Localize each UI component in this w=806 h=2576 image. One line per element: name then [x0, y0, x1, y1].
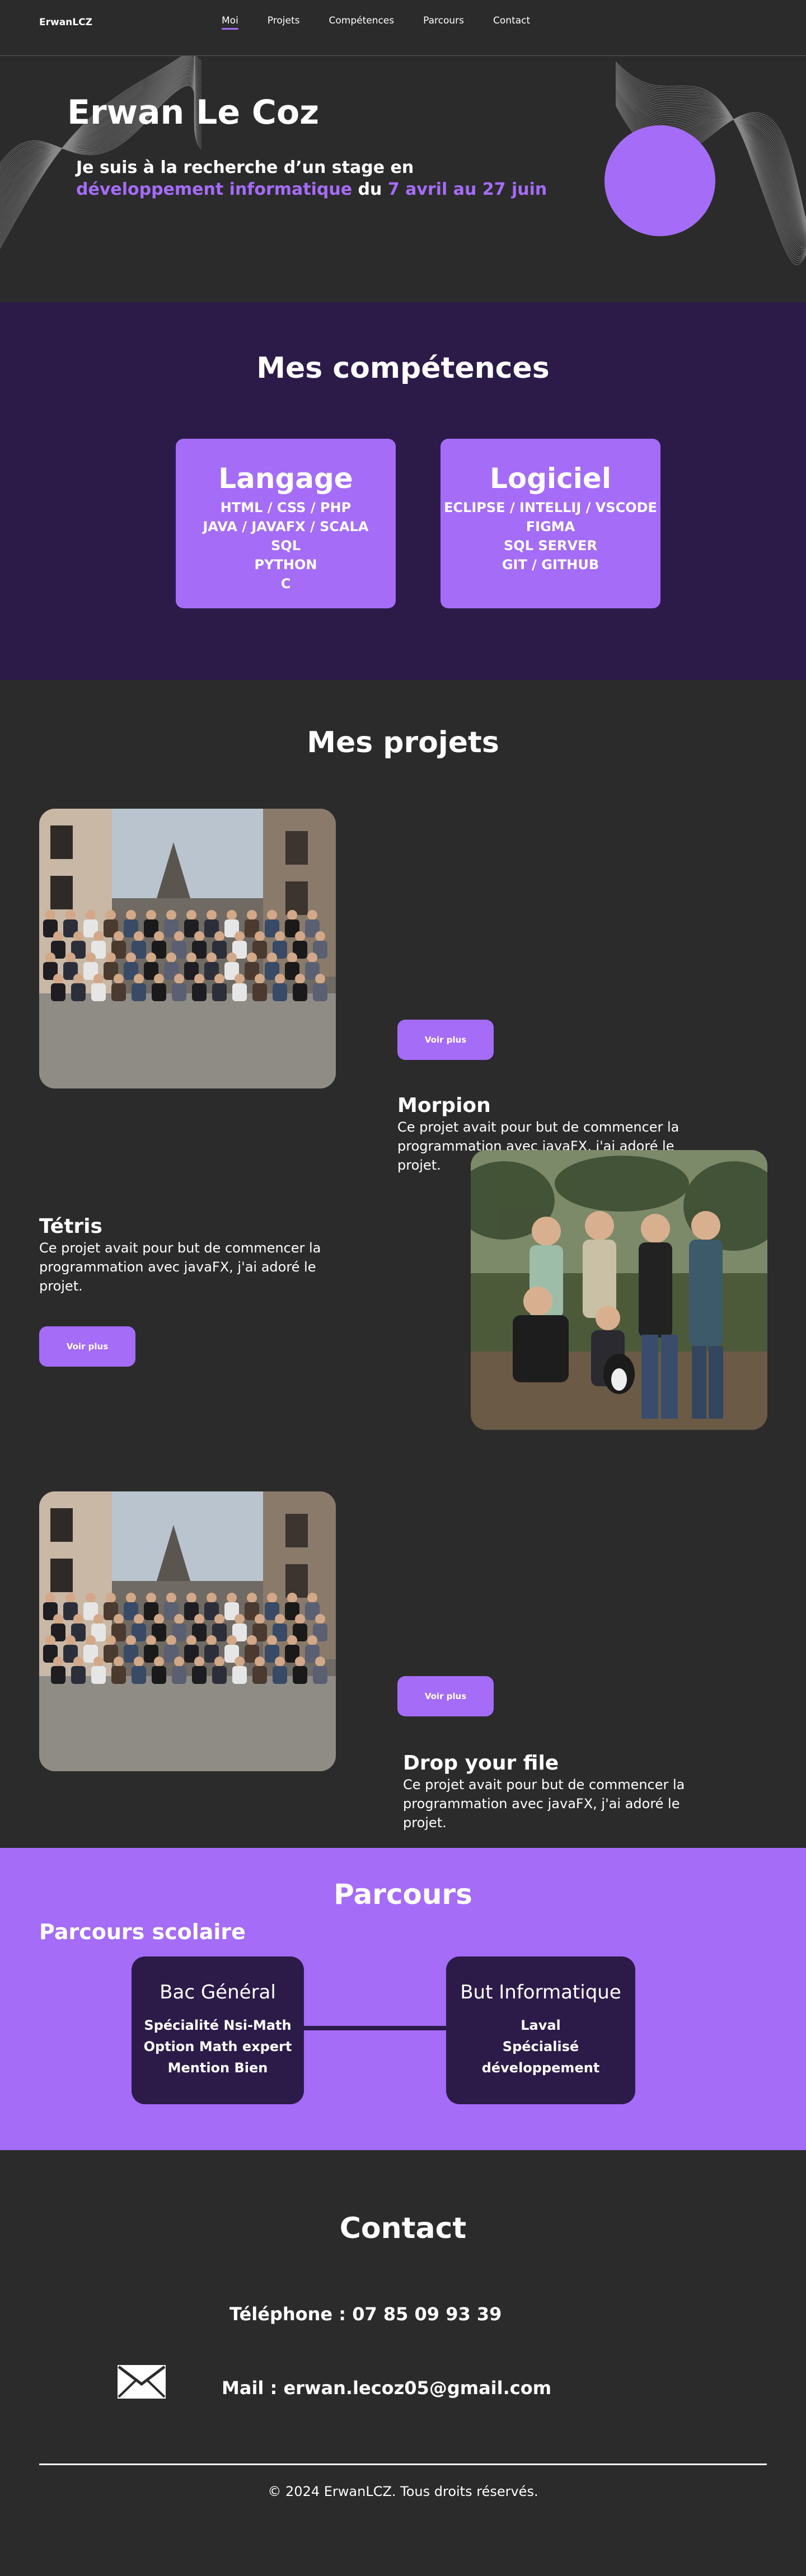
skills-title: Mes compétences	[256, 351, 550, 385]
skill-item: GIT / GITHUB	[502, 557, 599, 573]
nav-link-competences[interactable]: Compétences	[329, 15, 394, 30]
parcours-card-line: Spécialité Nsi-Math	[144, 2017, 292, 2033]
parcours-title: Parcours	[334, 1878, 472, 1911]
nav-link-parcours[interactable]: Parcours	[423, 15, 464, 30]
projects-section: Mes projets Morpion Ce projet avait pour…	[0, 680, 806, 1848]
voir-plus-button[interactable]: Voir plus	[397, 1676, 494, 1716]
contact-mail[interactable]: Mail : erwan.lecoz05@gmail.com	[222, 2377, 551, 2399]
nav-link-moi[interactable]: Moi	[222, 15, 238, 30]
nav-links: Moi Projets Compétences Parcours Contact	[222, 15, 559, 30]
footer-copyright: © 2024 ErwanLCZ. Tous droits réservés.	[268, 2484, 538, 2499]
project-title: Tétris	[39, 1215, 102, 1238]
parcours-connector-line	[304, 2026, 446, 2030]
hero-tagline-line1: Je suis à la recherche d’un stage en	[76, 158, 414, 177]
projects-title: Mes projets	[307, 726, 499, 759]
skill-item: ECLIPSE / INTELLIJ / VSCODE	[444, 500, 657, 515]
parcours-card-but: But Informatique Laval Spécialisé dévelo…	[446, 1956, 635, 2104]
top-nav: ErwanLCZ Moi Projets Compétences Parcour…	[0, 0, 806, 56]
skill-card-logiciel: Logiciel ECLIPSE / INTELLIJ / VSCODE FIG…	[441, 439, 660, 608]
nav-link-contact[interactable]: Contact	[493, 15, 530, 30]
brand-logo[interactable]: ErwanLCZ	[39, 17, 92, 28]
hero-highlight-dates: 7 avril au 27 juin	[387, 180, 547, 199]
parcours-card-title: But Informatique	[460, 1981, 621, 2003]
voir-plus-button[interactable]: Voir plus	[39, 1326, 135, 1367]
parcours-card-line: Laval	[521, 2017, 561, 2033]
skill-card-title: Logiciel	[490, 462, 611, 495]
contact-title: Contact	[339, 2212, 467, 2245]
hero-highlight-field: développement informatique	[76, 180, 353, 199]
project-title: Morpion	[397, 1094, 491, 1117]
skill-card-title: Langage	[218, 462, 353, 495]
hero-name: Erwan Le Coz	[67, 93, 320, 132]
parcours-card-title: Bac Général	[160, 1981, 276, 2003]
project-description: Ce projet avait pour but de commencer la…	[39, 1240, 321, 1294]
skill-item: PYTHON	[254, 557, 317, 573]
skills-section: Mes compétences Langage HTML / CSS / PHP…	[0, 302, 806, 680]
parcours-card-line: Option Math expert	[143, 2039, 292, 2054]
mail-icon	[118, 2365, 166, 2399]
skill-item: JAVA / JAVAFX / SCALA	[203, 519, 369, 534]
parcours-card-bac: Bac Général Spécialité Nsi-Math Option M…	[132, 1956, 304, 2104]
parcours-subtitle: Parcours scolaire	[39, 1920, 246, 1944]
voir-plus-button[interactable]: Voir plus	[397, 1020, 494, 1060]
project-description: Ce projet avait pour but de commencer la…	[403, 1777, 685, 1831]
skill-item: HTML / CSS / PHP	[220, 500, 352, 515]
hero-tagline-line2: développement informatique du 7 avril au…	[76, 180, 547, 199]
skill-item: C	[280, 576, 291, 592]
footer-divider	[39, 2464, 767, 2465]
skill-item: FIGMA	[526, 519, 575, 534]
hero-circle-decoration	[604, 125, 715, 236]
skill-card-langage: Langage HTML / CSS / PHP JAVA / JAVAFX /…	[176, 439, 396, 608]
skill-item: SQL	[271, 538, 301, 553]
project-image-group-photo-street	[39, 1491, 336, 1771]
project-image-group-photo-street	[39, 809, 336, 1088]
project-image-team-photo-garden	[471, 1150, 767, 1430]
parcours-card-line: Spécialisé développement	[481, 2039, 600, 2076]
skill-cards: Langage HTML / CSS / PHP JAVA / JAVAFX /…	[176, 439, 660, 608]
contact-phone[interactable]: Téléphone : 07 85 09 93 39	[229, 2303, 502, 2325]
skill-item: SQL SERVER	[504, 538, 597, 553]
parcours-card-line: Mention Bien	[167, 2060, 268, 2076]
hero-section: Erwan Le Coz Je suis à la recherche d’un…	[0, 56, 806, 302]
contact-section: Contact Téléphone : 07 85 09 93 39 Mail …	[0, 2150, 806, 2575]
hero-tagline-connector: du	[352, 180, 388, 199]
parcours-section: Parcours Parcours scolaire Bac Général S…	[0, 1848, 806, 2150]
project-title: Drop your file	[403, 1752, 559, 1775]
nav-link-projets[interactable]: Projets	[268, 15, 300, 30]
